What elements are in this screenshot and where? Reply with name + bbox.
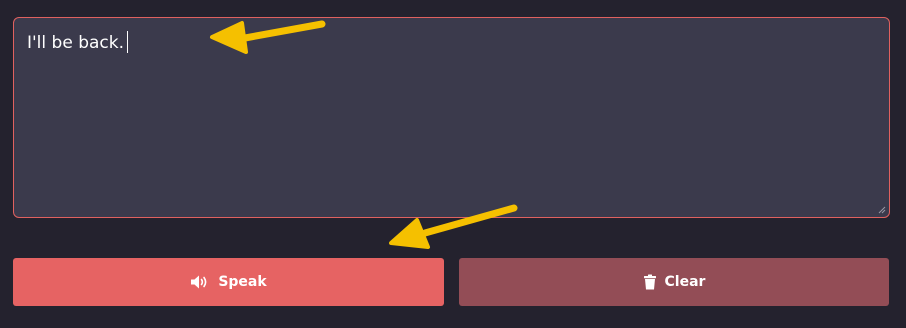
trash-icon — [643, 274, 657, 290]
text-input-area[interactable]: I'll be back. — [13, 17, 890, 218]
speak-button[interactable]: Speak — [13, 258, 444, 306]
text-input-content[interactable]: I'll be back. — [27, 31, 128, 55]
text-caret — [127, 31, 128, 53]
clear-button-label: Clear — [664, 274, 706, 290]
speak-button-label: Speak — [218, 274, 267, 290]
tts-app: I'll be back. Speak Clear — [0, 0, 906, 328]
resize-handle-icon[interactable] — [878, 206, 886, 214]
text-input-value: I'll be back. — [27, 33, 124, 53]
volume-icon — [190, 274, 210, 290]
clear-button[interactable]: Clear — [459, 258, 889, 306]
